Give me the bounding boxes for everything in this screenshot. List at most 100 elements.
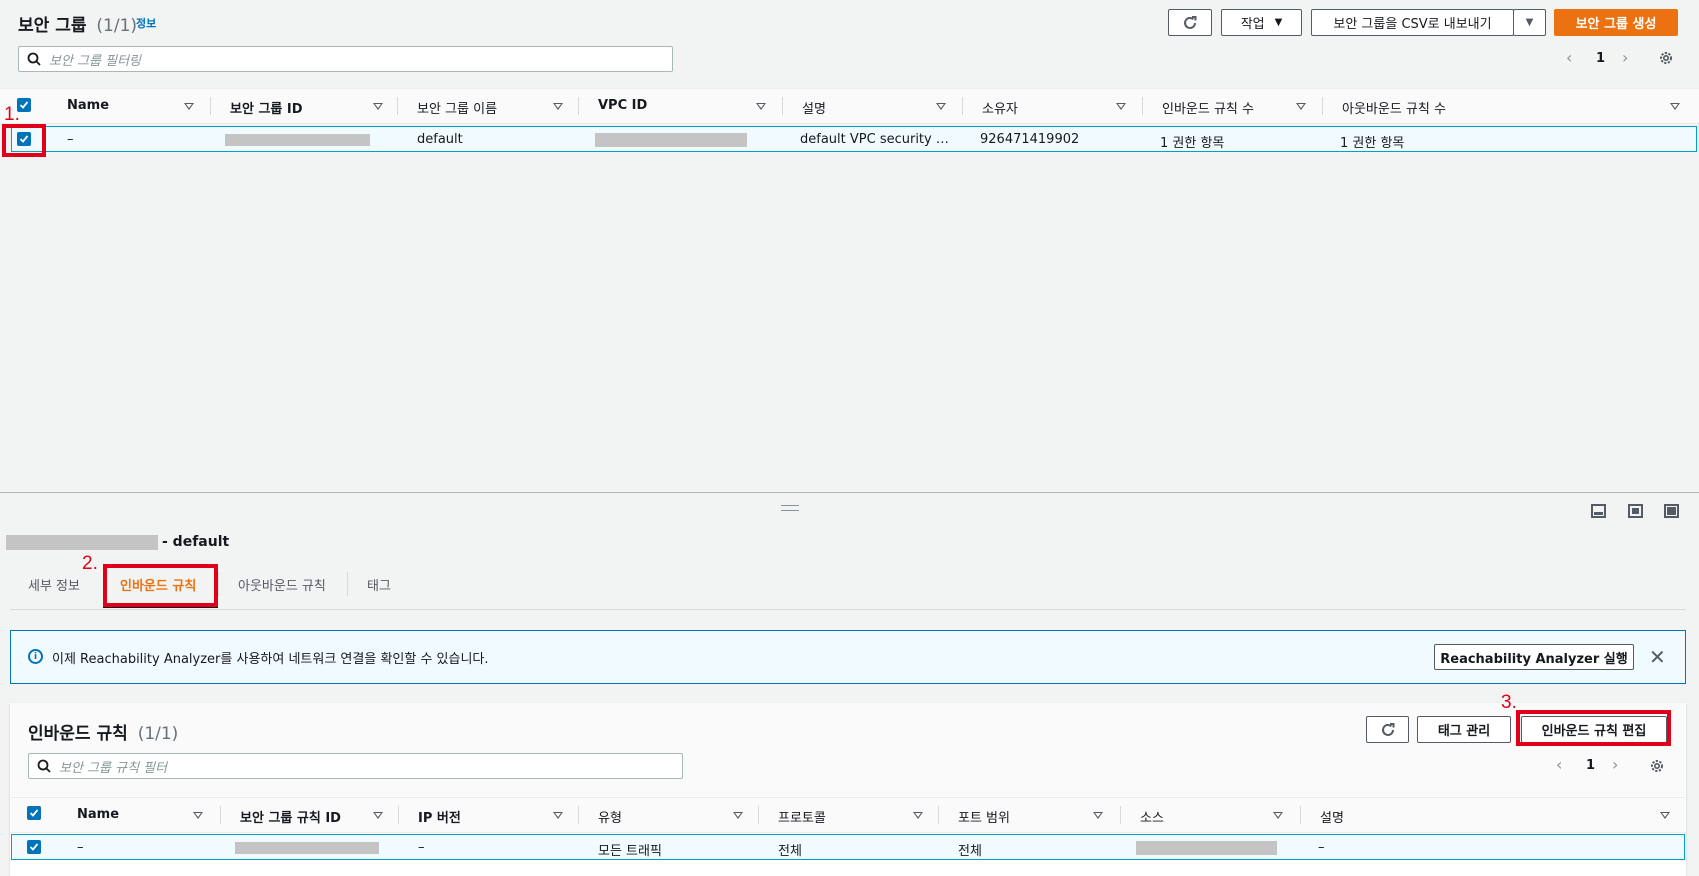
search-icon — [37, 759, 51, 773]
redacted-source[interactable] — [1136, 841, 1277, 855]
column-header-group-name[interactable]: 보안 그룹 이름 — [417, 98, 497, 117]
cell-owner: 926471419902 — [980, 132, 1080, 147]
cell-inbound-count: 1 권한 항목 — [1160, 136, 1225, 151]
column-divider — [578, 97, 579, 115]
refresh-button[interactable] — [1168, 9, 1212, 36]
prev-page-icon[interactable]: ‹ — [1566, 48, 1572, 67]
column-divider — [1120, 806, 1121, 824]
prev-page-icon[interactable]: ‹ — [1556, 755, 1562, 774]
cell-type: 모든 트래픽 — [598, 844, 662, 859]
redacted-group-id — [225, 134, 370, 146]
sort-icon[interactable] — [373, 812, 383, 819]
close-icon[interactable]: ✕ — [1649, 645, 1666, 669]
redacted-vpc-id[interactable] — [595, 133, 747, 147]
refresh-rules-button[interactable] — [1366, 716, 1409, 743]
column-divider — [210, 97, 211, 115]
settings-gear-icon[interactable] — [1658, 50, 1674, 66]
column-header-vpc-id[interactable]: VPC ID — [598, 98, 647, 113]
sort-icon[interactable] — [733, 812, 743, 819]
run-reachability-analyzer-button[interactable]: Reachability Analyzer 실행 — [1434, 644, 1634, 670]
column-header-rule-description[interactable]: 설명 — [1320, 807, 1344, 826]
page-number[interactable]: 1 — [1586, 758, 1595, 773]
page-number[interactable]: 1 — [1596, 51, 1605, 66]
column-header-port-range[interactable]: 포트 범위 — [958, 807, 1010, 826]
sort-icon[interactable] — [756, 103, 766, 110]
panel-bottom-icon[interactable] — [1591, 504, 1606, 518]
sort-icon[interactable] — [1670, 103, 1680, 110]
info-link[interactable]: 정보 — [136, 15, 156, 31]
highlight-box-1 — [2, 124, 46, 157]
panel-full-icon[interactable] — [1664, 504, 1679, 518]
rule-row-checkbox[interactable] — [27, 840, 41, 854]
next-page-icon[interactable]: › — [1622, 48, 1628, 67]
highlight-box-2 — [103, 564, 218, 607]
column-divider — [1300, 806, 1301, 824]
drag-handle-icon[interactable] — [781, 505, 799, 511]
column-header-rule-name[interactable]: Name — [77, 807, 119, 822]
column-header-owner[interactable]: 소유자 — [982, 98, 1018, 117]
sort-icon[interactable] — [1660, 812, 1670, 819]
sort-icon[interactable] — [373, 103, 383, 110]
column-header-outbound-count[interactable]: 아웃바운드 규칙 수 — [1342, 98, 1446, 117]
column-divider — [220, 806, 221, 824]
column-header-description[interactable]: 설명 — [802, 98, 826, 117]
actions-dropdown[interactable]: 작업 ▼ — [1221, 9, 1302, 36]
refresh-icon — [1184, 15, 1197, 29]
column-header-inbound-count[interactable]: 인바운드 규칙 수 — [1162, 98, 1254, 117]
rule-search-input[interactable]: 보안 그룹 규칙 필터 — [28, 753, 683, 779]
column-divider — [1322, 97, 1323, 115]
export-options-dropdown[interactable]: ▼ — [1513, 9, 1546, 36]
sort-icon[interactable] — [184, 103, 194, 110]
sort-icon[interactable] — [1116, 103, 1126, 110]
sort-icon[interactable] — [936, 103, 946, 110]
cell-rule-description: – — [1318, 840, 1325, 855]
column-header-ip-version[interactable]: IP 버전 — [418, 807, 461, 826]
sort-icon[interactable] — [553, 103, 563, 110]
inbound-count: (1/1) — [137, 724, 179, 744]
tab-outbound-rules[interactable]: 아웃바운드 규칙 — [238, 575, 326, 594]
redacted-rule-id — [235, 842, 379, 854]
next-page-icon[interactable]: › — [1612, 755, 1618, 774]
column-divider — [782, 97, 783, 115]
sort-icon[interactable] — [193, 812, 203, 819]
sort-icon[interactable] — [1273, 812, 1283, 819]
tab-divider — [218, 572, 219, 596]
column-divider — [397, 97, 398, 115]
refresh-icon — [1381, 722, 1394, 736]
export-csv-button[interactable]: 보안 그룹을 CSV로 내보내기 — [1311, 9, 1514, 36]
info-banner-text: 이제 Reachability Analyzer를 사용하여 네트워크 연결을 … — [52, 652, 489, 667]
column-header-rule-id[interactable]: 보안 그룹 규칙 ID — [240, 807, 341, 826]
create-security-group-button[interactable]: 보안 그룹 생성 — [1554, 9, 1678, 36]
column-header-source[interactable]: 소스 — [1140, 807, 1164, 826]
column-divider — [758, 806, 759, 824]
sort-icon[interactable] — [1296, 103, 1306, 110]
tab-tags[interactable]: 태그 — [367, 575, 391, 594]
inbound-rules-title: 인바운드 규칙 (1/1) — [28, 724, 179, 744]
column-header-type[interactable]: 유형 — [598, 807, 622, 826]
cell-protocol: 전체 — [778, 844, 802, 859]
caret-down-icon: ▼ — [1274, 17, 1283, 28]
tab-details[interactable]: 세부 정보 — [28, 575, 80, 594]
column-divider — [938, 806, 939, 824]
settings-gear-icon[interactable] — [1649, 758, 1665, 774]
annotation-2: 2. — [82, 553, 98, 574]
security-groups-panel: 보안 그룹 (1/1) 정보 작업 ▼ 보안 그룹을 CSV로 내보내기 ▼ 보… — [0, 0, 1699, 492]
column-divider — [1142, 97, 1143, 115]
split-panel-divider[interactable] — [0, 492, 1699, 493]
column-header-name[interactable]: Name — [67, 98, 109, 113]
select-all-rules-checkbox[interactable] — [27, 806, 41, 820]
info-icon: i — [28, 649, 43, 664]
sort-icon[interactable] — [913, 812, 923, 819]
redacted-selected-group-id — [6, 535, 158, 550]
column-divider — [398, 806, 399, 824]
column-header-group-id[interactable]: 보안 그룹 ID — [230, 98, 303, 117]
panel-side-icon[interactable] — [1628, 504, 1643, 518]
sort-icon[interactable] — [1093, 812, 1103, 819]
search-icon — [27, 52, 41, 66]
cell-outbound-count: 1 권한 항목 — [1340, 136, 1405, 151]
column-header-protocol[interactable]: 프로토콜 — [778, 807, 826, 826]
sort-icon[interactable] — [553, 812, 563, 819]
cell-ip-version: – — [418, 840, 425, 855]
manage-tags-button[interactable]: 태그 관리 — [1417, 716, 1511, 743]
security-group-search-input[interactable]: 보안 그룹 필터링 — [18, 46, 673, 72]
